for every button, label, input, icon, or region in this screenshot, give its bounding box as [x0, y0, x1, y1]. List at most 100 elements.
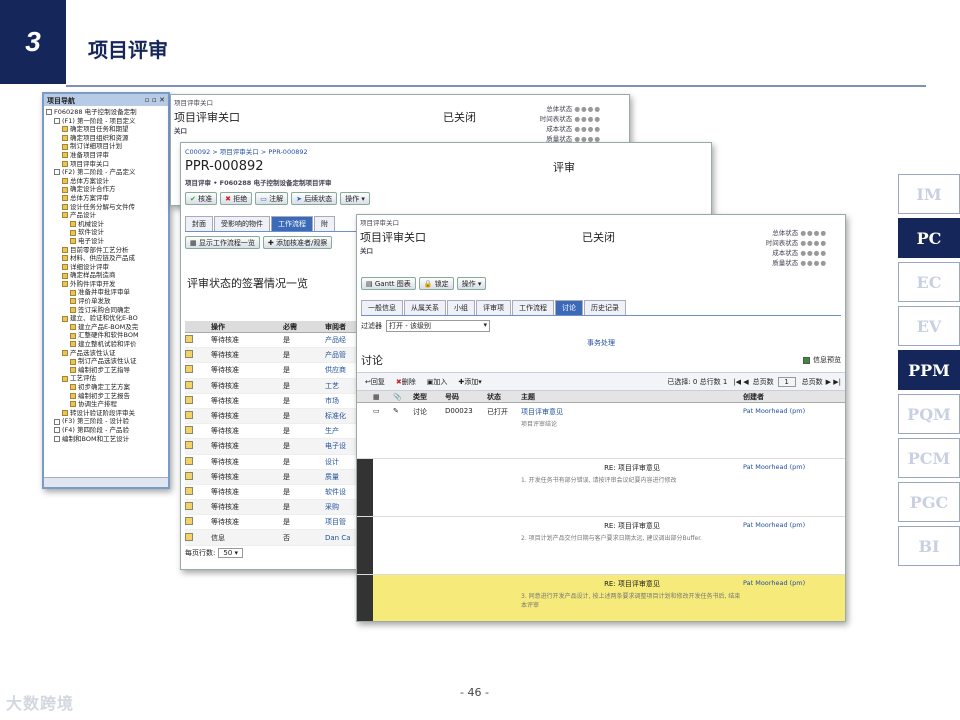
- row-reviewer[interactable]: 产品经: [325, 335, 346, 345]
- tree-item[interactable]: 确定设计合作方: [46, 185, 168, 194]
- preview-toggle[interactable]: 信息预览: [803, 352, 841, 368]
- page-select[interactable]: 1: [777, 376, 796, 387]
- module-nav-pqm[interactable]: PQM: [898, 394, 960, 434]
- tree-item[interactable]: 详细设计评审: [46, 263, 168, 272]
- tree-item[interactable]: 编制初步工艺报告: [46, 392, 168, 401]
- row-reviewer[interactable]: 采购: [325, 502, 339, 512]
- tree-item[interactable]: 设计任务分解与文件传: [46, 203, 168, 212]
- tree-item[interactable]: 项目评审关口: [46, 160, 168, 169]
- tree-item[interactable]: 转设计验证阶段评审关: [46, 409, 168, 418]
- row-creator[interactable]: Pat Moorhead (pm): [743, 575, 805, 621]
- delete-button[interactable]: ✖ 删除: [392, 375, 420, 388]
- add-approver-button[interactable]: ✚ 添加核准者/观察: [262, 236, 333, 249]
- row-creator[interactable]: Pat Moorhead (pm): [743, 517, 805, 574]
- table-row[interactable]: 等待核准 是 设计: [185, 455, 361, 470]
- horizontal-scrollbar[interactable]: [44, 477, 168, 487]
- tree-item[interactable]: 制订详细项目计划: [46, 142, 168, 151]
- tree-item[interactable]: 总体方案设计: [46, 177, 168, 186]
- tab-workflow[interactable]: 工作流程: [512, 300, 554, 315]
- tree-item[interactable]: 目前零部件工艺分析: [46, 246, 168, 255]
- row-reviewer[interactable]: 设计: [325, 457, 339, 467]
- module-nav-pgc[interactable]: PGC: [898, 482, 960, 522]
- breadcrumb[interactable]: C00092 > 项目评审关口 > PPR-000892: [181, 143, 711, 159]
- tab-history[interactable]: 历史记录: [584, 300, 626, 315]
- table-row[interactable]: 等待核准 是 质量: [185, 469, 361, 485]
- module-nav-ev[interactable]: EV: [898, 306, 960, 346]
- table-row[interactable]: 等待核准 是 标准化: [185, 408, 361, 425]
- add-button[interactable]: ✚ 添加 ▾: [454, 375, 485, 388]
- row-reviewer[interactable]: 市场: [325, 396, 339, 406]
- row-reviewer[interactable]: Dan Ca: [325, 534, 351, 542]
- tab-general[interactable]: 一般信息: [361, 300, 403, 315]
- tree-item[interactable]: 产品选该性认证: [46, 349, 168, 358]
- filter-select[interactable]: 打开 - 该级别 ▾: [386, 320, 490, 332]
- tab-team[interactable]: 小组: [447, 300, 475, 315]
- tab-affected-items[interactable]: 受影响的物件: [214, 216, 270, 231]
- row-reviewer[interactable]: 电子设: [325, 441, 346, 451]
- tree-item[interactable]: 确定样品制造商: [46, 271, 168, 280]
- table-row[interactable]: 等待核准 是 供应商: [185, 363, 361, 379]
- tree-item[interactable]: 机械设计: [46, 220, 168, 229]
- reject-button[interactable]: ✖ 拒绝: [220, 192, 253, 205]
- row-creator[interactable]: Pat Moorhead (pm): [743, 459, 805, 516]
- row-reviewer[interactable]: 项目管: [325, 517, 346, 527]
- row-reviewer[interactable]: 质量: [325, 472, 339, 482]
- tree-item[interactable]: (F3) 第三阶段 - 设计验: [46, 417, 168, 426]
- tab-discussion[interactable]: 讨论: [555, 300, 583, 315]
- row-subject[interactable]: RE: 项目评审意见: [521, 521, 743, 531]
- table-row[interactable]: 信息 否 Dan Ca: [185, 530, 361, 546]
- tree-item[interactable]: 建立、验证和优化E-BO: [46, 314, 168, 323]
- row-reviewer[interactable]: 供应商: [325, 365, 346, 375]
- tree-item[interactable]: (F1) 第一阶段 - 项目定义: [46, 117, 168, 126]
- discussion-row[interactable]: RE: 项目评审意见 2. 项目计划产品交付日期与客户要求日期太远, 建议调出部分…: [357, 517, 845, 575]
- row-reviewer[interactable]: 工艺: [325, 381, 339, 391]
- tree-item[interactable]: 软件设计: [46, 228, 168, 237]
- table-row[interactable]: 等待核准 是 市场: [185, 394, 361, 409]
- next-status-button[interactable]: ➤ 后续状态: [291, 192, 338, 205]
- row-reviewer[interactable]: 生产: [325, 426, 339, 436]
- reply-button[interactable]: ↩ 回复: [361, 375, 389, 388]
- module-nav-pcm[interactable]: PCM: [898, 438, 960, 478]
- approve-button[interactable]: ✔ 核准: [185, 192, 218, 205]
- module-nav-bi[interactable]: BI: [898, 526, 960, 566]
- event-link[interactable]: 事务处理: [357, 338, 845, 348]
- row-subject[interactable]: RE: 项目评审意见: [521, 463, 743, 473]
- tree-item[interactable]: 编制和BOM和工艺设计: [46, 435, 168, 444]
- pager-next-last-icon[interactable]: ▶ ▶|: [826, 378, 841, 386]
- window-controls-icon[interactable]: ▫ ▫ ✕: [145, 96, 165, 104]
- row-creator[interactable]: Pat Moorhead (pm): [743, 403, 805, 458]
- tree-item[interactable]: 签订采购合同确定: [46, 306, 168, 315]
- actions-menu[interactable]: 操作 ▾: [456, 277, 487, 290]
- tree-item[interactable]: 确定项目任务和期望: [46, 125, 168, 134]
- tab-attachments[interactable]: 附: [314, 216, 335, 231]
- table-row[interactable]: 等待核准 是 产品经: [185, 333, 361, 349]
- row-reviewer[interactable]: 软件设: [325, 487, 346, 497]
- row-subject[interactable]: 项目评审意见: [521, 407, 743, 417]
- page-size-select[interactable]: 50 ▾: [218, 547, 244, 558]
- module-nav-im[interactable]: IM: [898, 174, 960, 214]
- table-row[interactable]: 等待核准 是 采购: [185, 500, 361, 516]
- tree-item[interactable]: (F4) 第四阶段 - 产品验: [46, 426, 168, 435]
- discussion-row[interactable]: RE: 项目评审意见 1. 开发任务书有部分错误, 请按评审会议纪要内容进行修改 P…: [357, 459, 845, 517]
- tab-cover[interactable]: 封面: [185, 216, 213, 231]
- tab-relationships[interactable]: 从属关系: [404, 300, 446, 315]
- tree-item[interactable]: F060288 电子控制设备定制: [46, 108, 168, 117]
- pager-first-prev-icon[interactable]: |◀ ◀: [733, 378, 748, 386]
- tree-item[interactable]: 评价单发放: [46, 297, 168, 306]
- tree-item[interactable]: 总体方案评审: [46, 194, 168, 203]
- tree-item[interactable]: 外购件评审开发: [46, 280, 168, 289]
- tree-item[interactable]: 准备并审批评审单: [46, 288, 168, 297]
- module-nav-ec[interactable]: EC: [898, 262, 960, 302]
- tree-item[interactable]: 材料、供应链及产品成: [46, 254, 168, 263]
- tree-item[interactable]: 确定项目组织和资源: [46, 134, 168, 143]
- tab-review-items[interactable]: 评审项: [476, 300, 511, 315]
- tree-item[interactable]: 工艺评估: [46, 374, 168, 383]
- discussion-row[interactable]: ▭ ✎ 讨论 D00023 已打开 项目评审意见 项目评审结论 Pat Moorhead (p…: [357, 403, 845, 459]
- table-row[interactable]: 等待核准 是 项目管: [185, 515, 361, 531]
- row-reviewer[interactable]: 产品管: [325, 350, 346, 360]
- lock-button[interactable]: 🔒 锁定: [418, 277, 454, 290]
- tree-item[interactable]: 初步确定工艺方案: [46, 383, 168, 392]
- tree-item[interactable]: 制订产品选该性认证: [46, 357, 168, 366]
- table-row[interactable]: 等待核准 是 电子设: [185, 439, 361, 455]
- tree-item[interactable]: 电子设计: [46, 237, 168, 246]
